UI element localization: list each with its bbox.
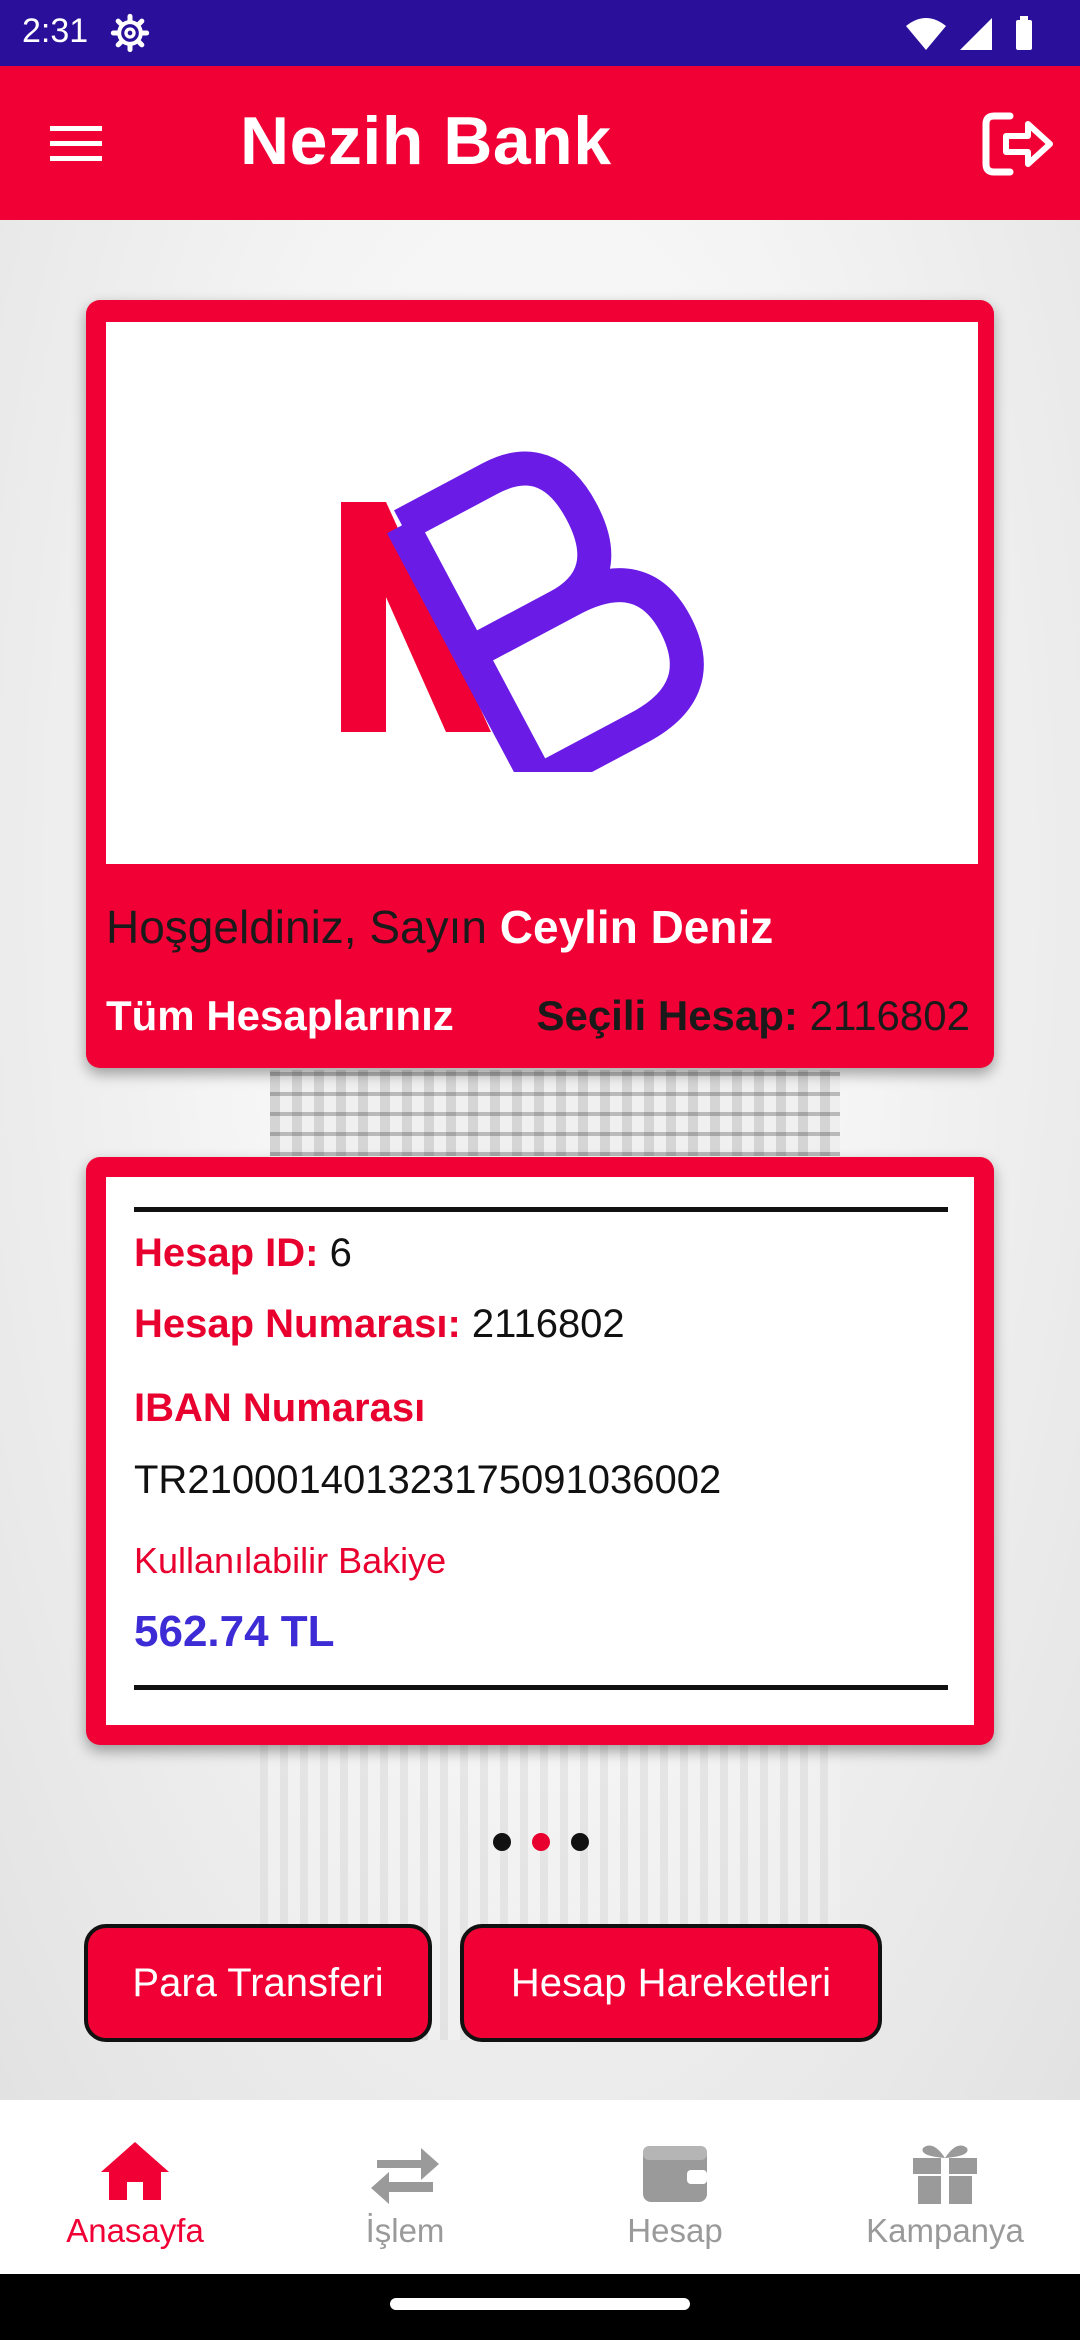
nav-home[interactable]: Anasayfa <box>0 2100 270 2274</box>
balance-label: Kullanılabilir Bakiye <box>134 1540 447 1581</box>
welcome-card: Hoşgeldiniz, Sayın Ceylin Deniz Tüm Hesa… <box>86 300 994 1068</box>
nav-campaigns[interactable]: Kampanya <box>810 2100 1080 2274</box>
nav-transactions[interactable]: İşlem <box>270 2100 540 2274</box>
customer-name: Ceylin Deniz <box>499 901 774 953</box>
logo-container <box>106 322 978 864</box>
bottom-navigation: Anasayfa İşlem Hesap Kampanya <box>0 2100 1080 2274</box>
selected-account: Seçili Hesap: 2116802 <box>536 992 970 1040</box>
account-number-label: Hesap Numarası: <box>134 1302 461 1346</box>
iban-value: TR210001401323175091036002 <box>134 1458 722 1502</box>
selected-account-value: 2116802 <box>809 992 970 1039</box>
selected-account-label: Seçili Hesap: <box>536 992 798 1039</box>
iban-label: IBAN Numarası <box>134 1386 426 1430</box>
all-accounts-link[interactable]: Tüm Hesaplarınız <box>106 992 454 1040</box>
account-number-row: Hesap Numarası: 2116802 <box>134 1302 625 1347</box>
transfer-arrows-icon <box>371 2148 439 2204</box>
account-number-value: 2116802 <box>471 1302 625 1346</box>
divider-bottom <box>134 1685 948 1690</box>
app-title: Nezih Bank <box>240 103 612 179</box>
logout-icon[interactable] <box>980 108 1056 180</box>
home-icon <box>101 2142 169 2200</box>
carousel-indicator <box>490 1833 590 1853</box>
wallet-icon <box>643 2146 707 2202</box>
status-bar: 2:31 <box>0 0 1080 66</box>
welcome-message: Hoşgeldiniz, Sayın Ceylin Deniz <box>106 900 773 954</box>
account-id-label: Hesap ID: <box>134 1231 319 1275</box>
nav-account[interactable]: Hesap <box>540 2100 810 2274</box>
balance-value: 562.74 TL <box>134 1607 335 1656</box>
app-bar: Nezih Bank <box>0 66 1080 220</box>
nav-home-label: Anasayfa <box>66 2212 204 2249</box>
greeting-text: Hoşgeldiniz, Sayın <box>106 901 487 953</box>
carousel-dot[interactable] <box>571 1833 589 1851</box>
nav-transactions-label: İşlem <box>365 2212 445 2249</box>
status-icons <box>906 16 1032 50</box>
account-id-row: Hesap ID: 6 <box>134 1231 352 1276</box>
divider-top <box>134 1207 948 1212</box>
nezih-bank-logo <box>341 451 704 772</box>
building-image <box>270 1070 840 1156</box>
account-history-button[interactable]: Hesap Hareketleri <box>460 1924 882 2042</box>
nav-campaigns-label: Kampanya <box>866 2212 1024 2249</box>
money-transfer-button[interactable]: Para Transferi <box>84 1924 432 2042</box>
signal-icon <box>960 18 992 50</box>
account-card[interactable]: Hesap ID: 6 Hesap Numarası: 2116802 IBAN… <box>86 1157 994 1745</box>
account-card-body: Hesap ID: 6 Hesap Numarası: 2116802 IBAN… <box>106 1177 974 1725</box>
account-id-value: 6 <box>329 1231 352 1275</box>
settings-gear-icon <box>110 13 150 53</box>
status-time: 2:31 <box>22 12 89 50</box>
battery-icon <box>1016 20 1032 50</box>
carousel-dot[interactable] <box>493 1833 511 1851</box>
gift-icon <box>913 2145 977 2204</box>
carousel-dot-active[interactable] <box>532 1833 550 1851</box>
system-navigation-bar <box>0 2274 1080 2340</box>
menu-icon[interactable] <box>42 116 112 172</box>
nav-account-label: Hesap <box>627 2212 723 2249</box>
home-gesture-handle[interactable] <box>390 2298 690 2310</box>
wifi-icon <box>906 18 946 50</box>
